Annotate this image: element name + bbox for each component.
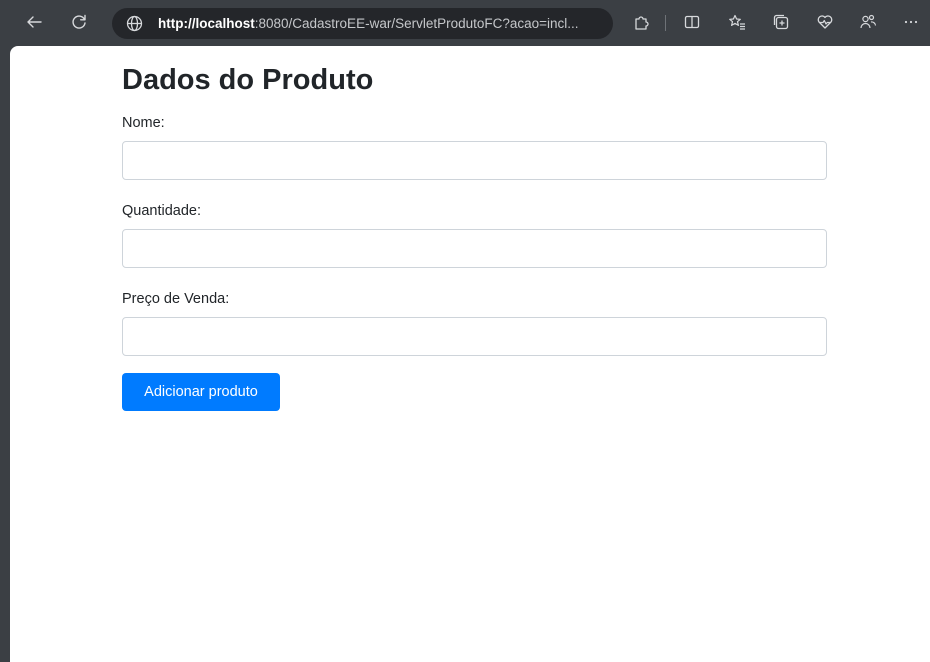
profile-button[interactable] [855,9,881,35]
nome-input[interactable] [122,141,827,180]
star-list-icon [729,14,745,30]
quantidade-label: Quantidade: [122,203,202,219]
quantidade-input[interactable] [122,229,827,268]
url-host: http://localhost [158,16,255,31]
globe-icon [126,15,143,32]
more-button[interactable] [898,9,924,35]
back-button[interactable] [21,9,47,35]
page-title: Dados do Produto [122,64,374,96]
collections-icon [773,14,789,30]
arrow-left-icon [27,16,42,28]
heart-pulse-icon [817,15,833,29]
extensions-button[interactable] [628,9,654,35]
split-screen-icon [684,15,700,29]
add-product-button[interactable]: Adicionar produto [122,373,280,411]
toolbar-divider [665,15,666,31]
puzzle-icon [635,16,649,30]
ellipsis-icon [904,20,918,24]
page-viewport: Dados do Produto Nome: Quantidade: Preço… [10,46,930,662]
preco-venda-input[interactable] [122,317,827,356]
refresh-button[interactable] [66,9,92,35]
url-path: :8080/CadastroEE-war/ServletProdutoFC?ac… [254,16,579,31]
favorites-button[interactable] [724,9,750,35]
browser-essentials-button[interactable] [812,9,838,35]
nome-label: Nome: [122,115,165,131]
browser-toolbar: http://localhost:8080/CadastroEE-war/Ser… [0,0,930,46]
people-icon [860,14,877,29]
preco-venda-label: Preço de Venda: [122,291,230,307]
split-screen-button[interactable] [679,9,705,35]
url-text: http://localhost:8080/CadastroEE-war/Ser… [158,8,598,39]
refresh-icon [72,14,86,29]
collections-button[interactable] [768,9,794,35]
address-bar[interactable]: http://localhost:8080/CadastroEE-war/Ser… [112,8,613,39]
